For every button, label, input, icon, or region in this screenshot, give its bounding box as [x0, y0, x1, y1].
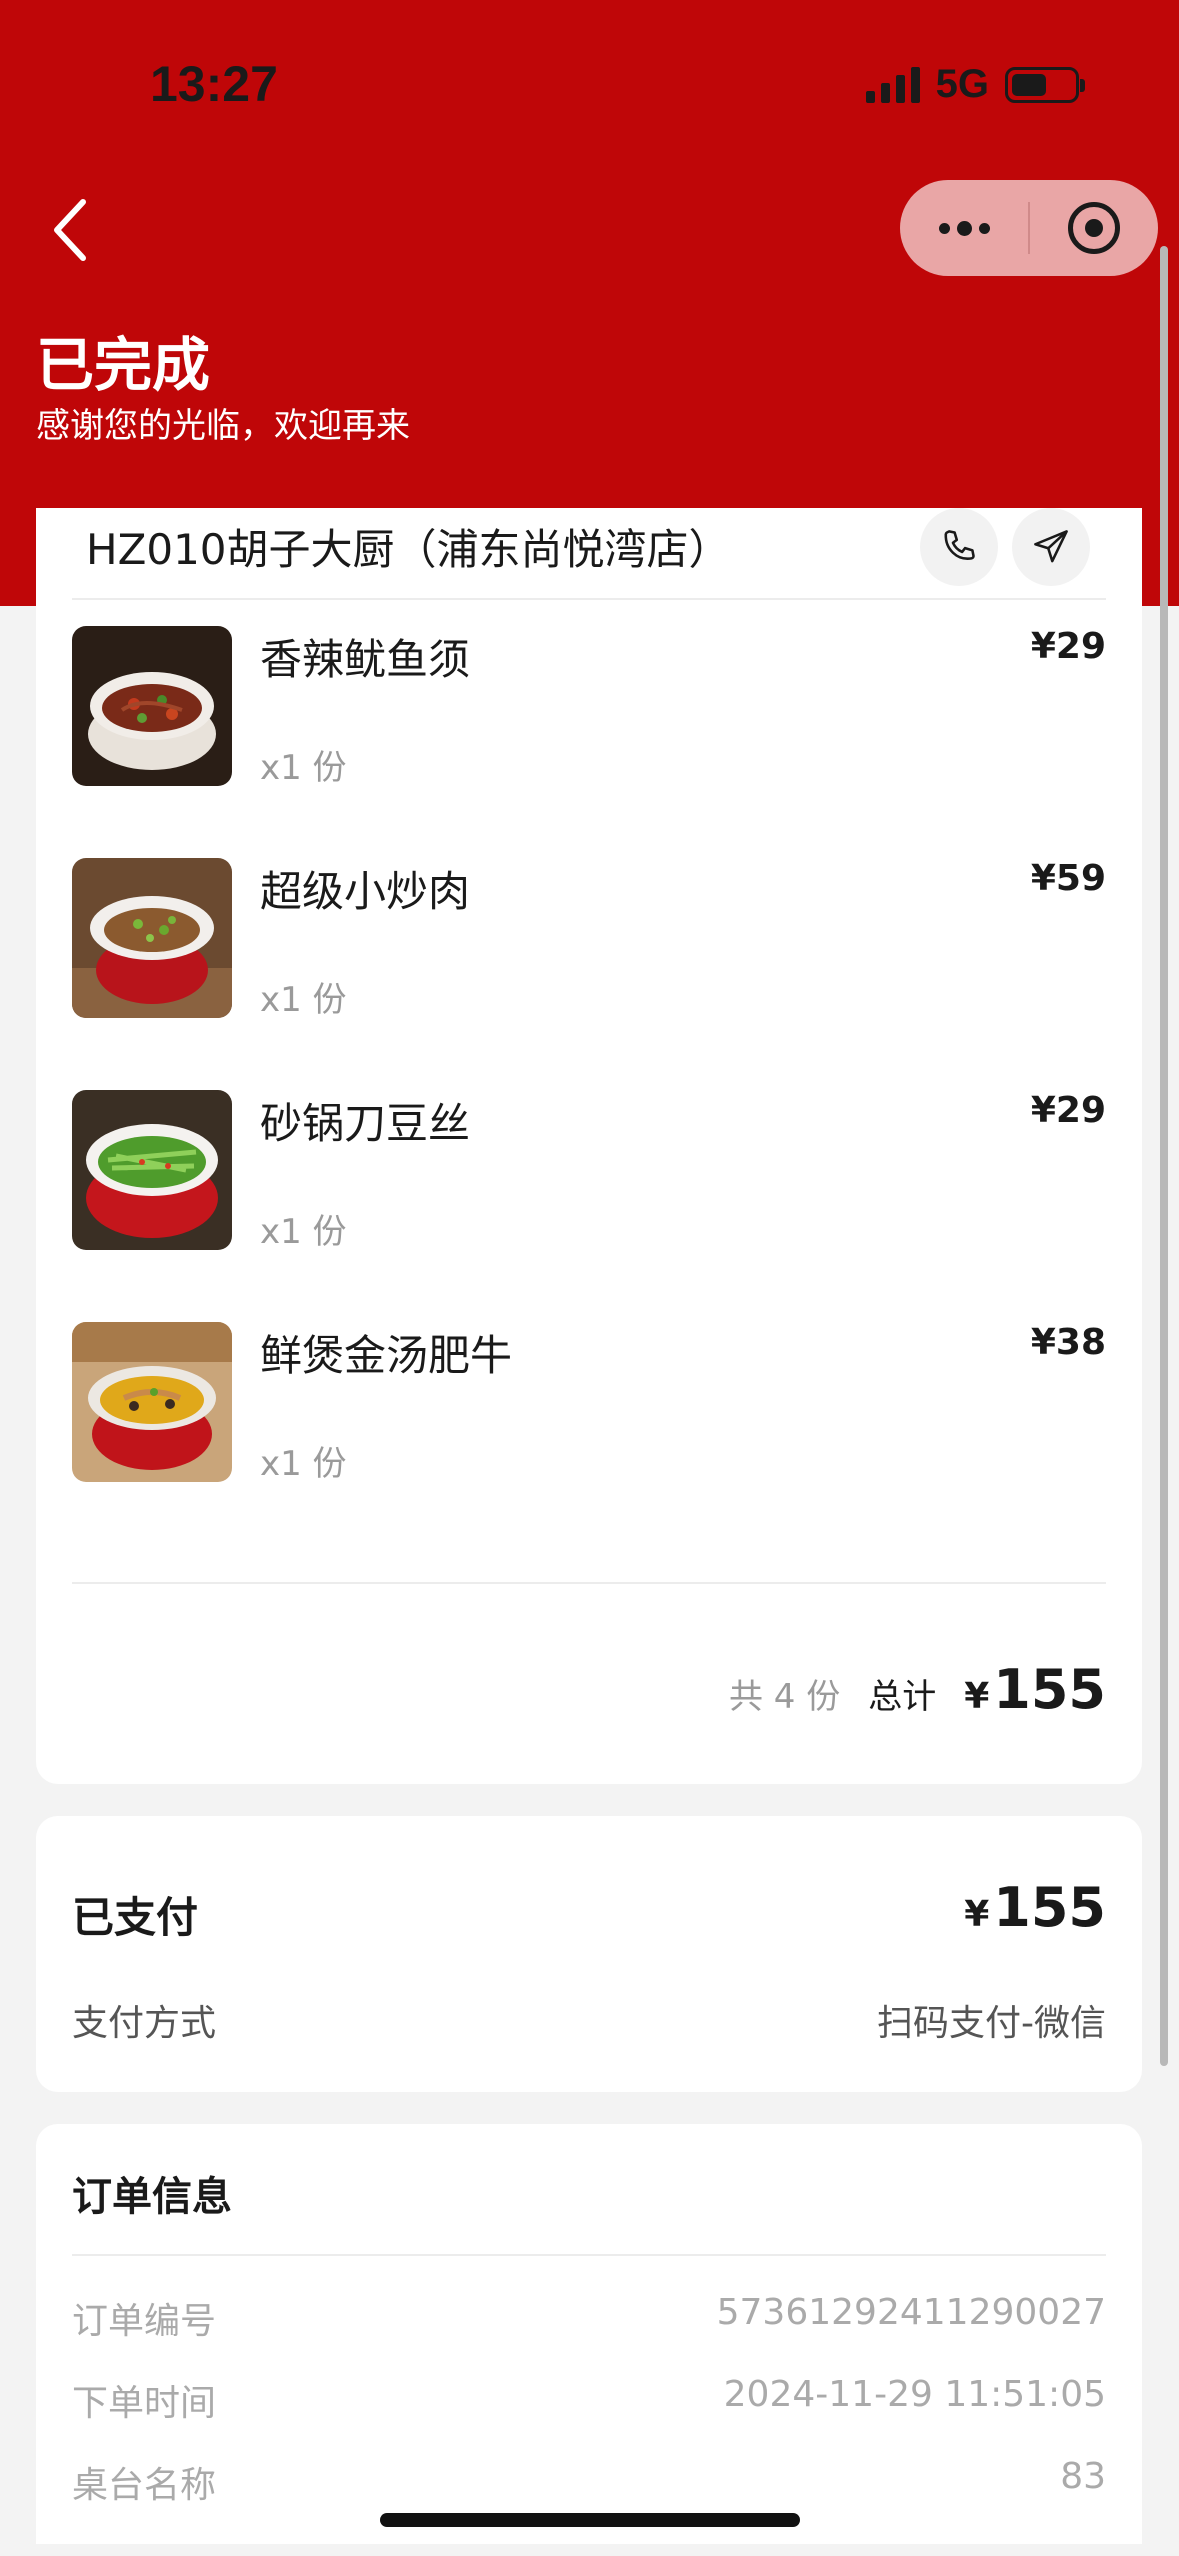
payment-method-label: 支付方式: [72, 2003, 217, 2044]
scrollbar[interactable]: [1160, 246, 1168, 2066]
mini-program-capsule: [900, 180, 1158, 276]
dish-price: ¥29: [1030, 1090, 1106, 1131]
order-summary: 共 4 份 总计 ¥155: [729, 1658, 1106, 1721]
order-card: HZ010胡子大厨（浦东尚悦湾店） 香辣鱿鱼须 x1 份 ¥29 超级小炒肉 x…: [36, 508, 1142, 1784]
page-subtitle: 感谢您的光临，欢迎再来: [36, 406, 410, 446]
call-store-button[interactable]: [920, 508, 998, 586]
back-button[interactable]: [45, 190, 105, 270]
page-title: 已完成: [36, 331, 211, 399]
dish-price: ¥29: [1030, 626, 1106, 667]
payment-card: 已支付 ¥155 支付方式 扫码支付-微信: [36, 1816, 1142, 2092]
dish-photo: [72, 626, 232, 786]
dish-quantity: x1 份: [260, 1444, 347, 1484]
dish-photo: [72, 858, 232, 1018]
payment-status: 已支付: [72, 1893, 199, 1942]
table-name: 83: [1060, 2456, 1106, 2497]
store-name[interactable]: HZ010胡子大厨（浦东尚悦湾店）: [86, 516, 731, 577]
navigate-store-button[interactable]: [1012, 508, 1090, 586]
dish-photo: [72, 1322, 232, 1482]
paid-value: 155: [993, 1876, 1106, 1939]
dish-name: 鲜煲金汤肥牛: [260, 1331, 513, 1380]
status-time: 13:27: [150, 56, 278, 112]
more-dots-icon: [938, 220, 990, 236]
divider: [72, 598, 1106, 600]
table-name-row: 桌台名称 83: [72, 2456, 1106, 2508]
order-time-row: 下单时间 2024-11-29 11:51:05: [72, 2374, 1106, 2426]
order-time: 2024-11-29 11:51:05: [723, 2374, 1106, 2415]
battery-icon: [1005, 66, 1085, 103]
paid-amount: ¥155: [964, 1876, 1106, 1939]
order-info-card: 订单信息 订单编号 57361292411290027 下单时间 2024-11…: [36, 2124, 1142, 2544]
signal-icon: [865, 66, 920, 103]
navigation-arrow-icon: [1034, 530, 1068, 563]
dish-quantity: x1 份: [260, 980, 347, 1020]
order-number[interactable]: 57361292411290027: [717, 2292, 1106, 2333]
divider: [72, 1582, 1106, 1584]
dish-name: 超级小炒肉: [260, 867, 471, 916]
order-item[interactable]: 鲜煲金汤肥牛 x1 份 ¥38: [72, 1322, 1106, 1484]
divider: [72, 2254, 1106, 2256]
info-label: 订单编号: [72, 2301, 217, 2342]
dish-name: 香辣鱿鱼须: [260, 635, 471, 684]
more-button[interactable]: [900, 180, 1028, 276]
total-value: 155: [993, 1658, 1106, 1721]
total-label: 总计: [868, 1677, 937, 1717]
network-type: 5G: [935, 62, 989, 106]
close-button[interactable]: [1030, 180, 1158, 276]
dish-quantity: x1 份: [260, 748, 347, 788]
currency-symbol: ¥: [964, 1676, 990, 1717]
order-number-row: 订单编号 57361292411290027: [72, 2292, 1106, 2344]
home-indicator[interactable]: [380, 2513, 800, 2527]
phone-icon: [944, 530, 975, 560]
status-indicators: 5G: [865, 62, 1085, 107]
item-count: 共 4 份: [728, 1677, 841, 1717]
payment-method-value: 扫码支付-微信: [877, 2003, 1106, 2044]
currency-symbol: ¥: [964, 1894, 990, 1935]
dish-photo: [72, 1090, 232, 1250]
order-item[interactable]: 砂锅刀豆丝 x1 份 ¥29: [72, 1090, 1106, 1252]
chevron-left-icon: [54, 199, 86, 261]
dish-quantity: x1 份: [260, 1212, 347, 1252]
order-item[interactable]: 超级小炒肉 x1 份 ¥59: [72, 858, 1106, 1020]
target-circle-icon: [1067, 202, 1120, 254]
order-item[interactable]: 香辣鱿鱼须 x1 份 ¥29: [72, 626, 1106, 788]
dish-price: ¥59: [1030, 858, 1106, 899]
info-label: 下单时间: [72, 2383, 217, 2424]
info-label: 桌台名称: [72, 2465, 217, 2506]
dish-name: 砂锅刀豆丝: [260, 1099, 471, 1148]
total-amount: ¥155: [964, 1658, 1106, 1721]
dish-price: ¥38: [1030, 1322, 1106, 1363]
order-info-title: 订单信息: [72, 2174, 232, 2220]
